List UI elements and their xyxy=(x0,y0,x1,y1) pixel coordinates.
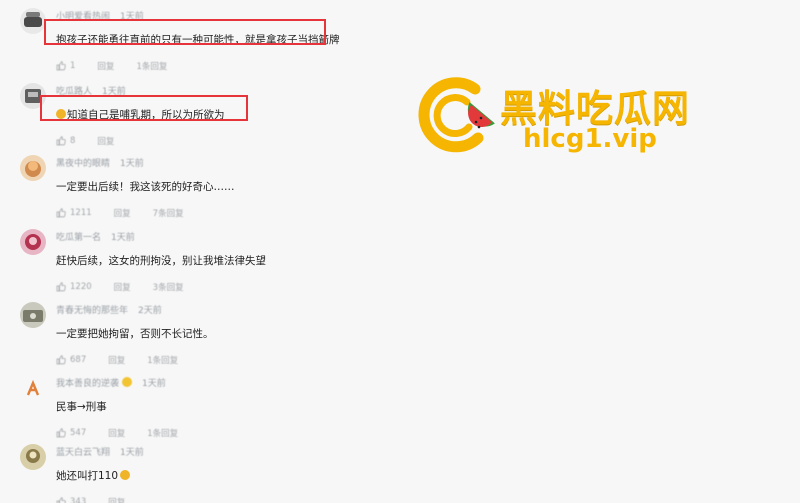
expand-replies-button[interactable]: 7条回复 xyxy=(153,207,184,219)
expand-replies-label: 1条回复 xyxy=(136,62,168,72)
highlight-box xyxy=(44,19,326,45)
comment-meta: 黑夜中的眼睛 1天前 xyxy=(56,156,144,169)
comment-actions: 547 回复 1条回复 xyxy=(56,427,200,439)
like-button[interactable]: 547 xyxy=(56,428,86,438)
comment-time: 1天前 xyxy=(120,159,144,169)
username[interactable]: 我本善良的逆袭 xyxy=(56,379,119,389)
reply-label: 回复 xyxy=(113,209,131,219)
comment-screenshot: 小明爱看热闹 1天前 抱孩子还能勇往直前的只有一种可能性，就是拿孩子当挡箭牌 1 … xyxy=(0,0,800,503)
comment-actions: 687 回复 1条回复 xyxy=(56,354,200,366)
username[interactable]: 黑夜中的眼睛 xyxy=(56,159,110,169)
comment-actions: 1 回复 1条回复 xyxy=(56,60,189,72)
thumbs-up-icon xyxy=(56,61,66,71)
reply-label: 回复 xyxy=(108,429,126,439)
username[interactable]: 蓝天白云飞翔 xyxy=(56,448,110,458)
comment-text: 民事→刑事 xyxy=(56,401,107,413)
avatar[interactable] xyxy=(20,155,46,181)
watermark-url: hlcg1.vip xyxy=(523,124,657,154)
comment-text: 赶快后续，这女的刑拘没，别让我堆法律失望 xyxy=(56,255,266,267)
username[interactable]: 吃瓜第一名 xyxy=(56,233,101,243)
watermelon-logo-icon xyxy=(418,77,495,153)
reply-label: 回复 xyxy=(97,137,115,147)
thumbs-up-icon xyxy=(56,136,66,146)
comment-meta: 青春无悔的那些年 2天前 xyxy=(56,303,162,316)
comment-meta: 我本善良的逆袭 1天前 xyxy=(56,376,166,389)
expand-replies-button[interactable]: 3条回复 xyxy=(153,281,184,293)
avatar[interactable] xyxy=(20,8,46,34)
avatar[interactable] xyxy=(20,375,46,401)
like-button[interactable]: 1211 xyxy=(56,208,92,218)
expand-replies-label: 3条回复 xyxy=(152,283,184,293)
comment-meta: 蓝天白云飞翔 1天前 xyxy=(56,445,144,458)
comment-item: 我本善良的逆袭 1天前 民事→刑事 547 回复 1条回复 xyxy=(20,375,400,445)
like-count: 343 xyxy=(70,497,87,503)
comment-time: 1天前 xyxy=(120,448,144,458)
comment-item: 吃瓜第一名 1天前 赶快后续，这女的刑拘没，别让我堆法律失望 1220 回复 3条… xyxy=(20,229,400,299)
reply-button[interactable]: 回复 xyxy=(97,135,114,147)
comment-time: 1天前 xyxy=(142,379,166,389)
avatar[interactable] xyxy=(20,229,46,255)
comment-text: 一定要出后续！我这该死的好奇心…… xyxy=(56,181,235,193)
comment-actions: 1211 回复 7条回复 xyxy=(56,207,206,219)
like-count: 1 xyxy=(70,61,76,71)
expand-replies-button[interactable]: 1条回复 xyxy=(147,427,178,439)
comment-actions: 8 回复 xyxy=(56,135,136,147)
reply-label: 回复 xyxy=(108,498,126,503)
expand-replies-label: 1条回复 xyxy=(147,429,179,439)
like-button[interactable]: 1220 xyxy=(56,282,92,292)
reply-button[interactable]: 回复 xyxy=(108,496,125,503)
comment-time: 2天前 xyxy=(138,306,162,316)
like-button[interactable]: 343 xyxy=(56,497,86,503)
reply-button[interactable]: 回复 xyxy=(97,60,114,72)
comment-text: 她还叫打110 xyxy=(56,468,131,483)
username[interactable]: 青春无悔的那些年 xyxy=(56,306,128,316)
like-count: 547 xyxy=(70,428,87,438)
reply-button[interactable]: 回复 xyxy=(108,427,125,439)
thumbs-up-icon xyxy=(56,282,66,292)
reply-button[interactable]: 回复 xyxy=(114,281,131,293)
watermark-logo: 黑料吃瓜网 hlcg1.vip xyxy=(415,72,695,162)
highlight-box xyxy=(40,95,248,121)
like-button[interactable]: 687 xyxy=(56,355,86,365)
reply-button[interactable]: 回复 xyxy=(114,207,131,219)
expand-replies-button[interactable]: 1条回复 xyxy=(147,354,178,366)
comment-actions: 343 回复 xyxy=(56,496,147,503)
like-button[interactable]: 8 xyxy=(56,136,75,146)
like-count: 8 xyxy=(70,136,76,146)
expand-replies-label: 7条回复 xyxy=(152,209,184,219)
expand-replies-label: 1条回复 xyxy=(147,356,179,366)
comment-text-content: 她还叫打110 xyxy=(56,470,119,482)
like-count: 1211 xyxy=(70,208,92,218)
like-button[interactable]: 1 xyxy=(56,61,75,71)
avatar[interactable] xyxy=(20,444,46,470)
reply-label: 回复 xyxy=(108,356,126,366)
badge-icon xyxy=(122,377,133,387)
comment-text: 一定要把她拘留，否则不长记性。 xyxy=(56,328,214,340)
thumbs-up-icon xyxy=(56,355,66,365)
comment-actions: 1220 回复 3条回复 xyxy=(56,281,206,293)
thumbs-up-icon xyxy=(56,428,66,438)
reply-label: 回复 xyxy=(97,62,115,72)
comment-item: 黑夜中的眼睛 1天前 一定要出后续！我这该死的好奇心…… 1211 回复 7条回复 xyxy=(20,155,400,225)
comment-item: 青春无悔的那些年 2天前 一定要把她拘留，否则不长记性。 687 回复 1条回复 xyxy=(20,302,400,372)
reply-button[interactable]: 回复 xyxy=(108,354,125,366)
thumbs-up-icon xyxy=(56,208,66,218)
comment-item: 蓝天白云飞翔 1天前 她还叫打110 343 回复 xyxy=(20,444,400,503)
like-count: 1220 xyxy=(70,282,92,292)
comment-meta: 吃瓜第一名 1天前 xyxy=(56,230,135,243)
avatar[interactable] xyxy=(20,302,46,328)
emoji-icon xyxy=(120,470,131,480)
thumbs-up-icon xyxy=(56,497,66,503)
reply-label: 回复 xyxy=(113,283,131,293)
like-count: 687 xyxy=(70,355,87,365)
expand-replies-button[interactable]: 1条回复 xyxy=(136,60,167,72)
comment-time: 1天前 xyxy=(111,233,135,243)
